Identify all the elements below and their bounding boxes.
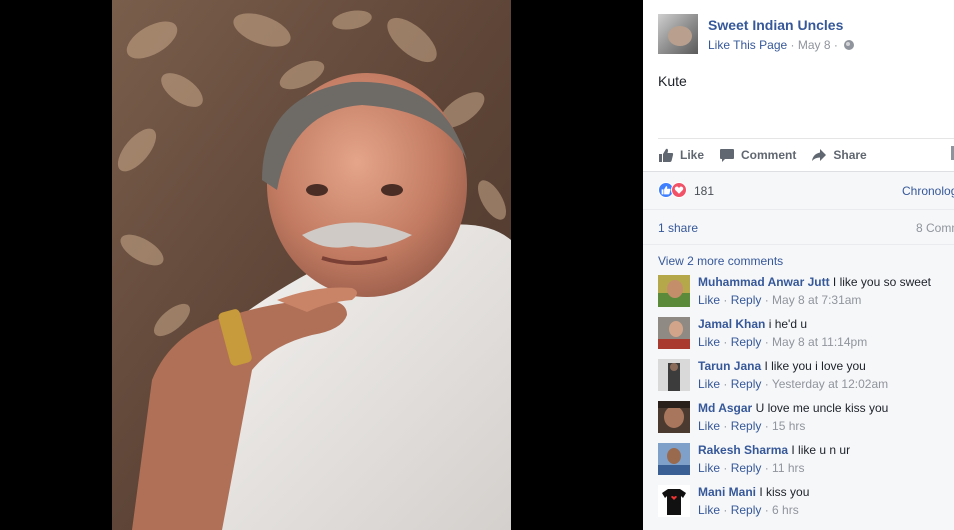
comment-reply-link[interactable]: Reply <box>731 419 762 433</box>
comment-order-select[interactable]: Chronolog <box>902 184 954 198</box>
comment-item: Md Asgar U love me uncle kiss you Like ·… <box>658 401 954 437</box>
actions-dot: · <box>720 377 731 391</box>
comment-like-link[interactable]: Like <box>698 377 720 391</box>
meta-separator: · <box>787 38 798 52</box>
love-reaction-icon <box>671 182 687 198</box>
comment-like-link[interactable]: Like <box>698 293 720 307</box>
comment-reply-link[interactable]: Reply <box>731 377 762 391</box>
comment-label: Comment <box>741 148 797 162</box>
like-label: Like <box>680 148 705 162</box>
comment-reply-link[interactable]: Reply <box>731 293 762 307</box>
comments-count: 8 Comm <box>916 221 954 235</box>
comment-body: I like u n ur <box>788 443 851 457</box>
reactions-row: 181 Chronolog <box>643 171 954 209</box>
comment-actions: Like · Reply · Yesterday at 12:02am <box>698 377 888 391</box>
comment-author[interactable]: Mani Mani <box>698 485 756 499</box>
photo-viewer <box>0 0 643 530</box>
comment-text: Tarun Jana I like you i love you <box>698 359 866 373</box>
action-bar: Like Comment Share <box>658 138 954 171</box>
comment-item: Muhammad Anwar Jutt I like you so sweet … <box>658 275 954 311</box>
comment-actions: Like · Reply · 15 hrs <box>698 419 805 433</box>
like-page-link[interactable]: Like This Page <box>708 38 787 52</box>
comment-time[interactable]: · 15 hrs <box>761 419 806 433</box>
like-button[interactable]: Like <box>658 147 704 163</box>
commenter-avatar[interactable] <box>658 359 690 391</box>
comment-body: U love me uncle kiss you <box>752 401 889 415</box>
share-label: Share <box>833 148 867 162</box>
comments-area: View 2 more comments Muhammad Anwar Jutt… <box>643 244 954 530</box>
comment-like-link[interactable]: Like <box>698 461 720 475</box>
view-more-comments-link[interactable]: View 2 more comments <box>658 254 783 268</box>
actions-dot: · <box>720 335 731 349</box>
commenter-avatar[interactable] <box>658 401 690 433</box>
post-panel: Sweet Indian Uncles Like This Page · May… <box>643 0 954 530</box>
comment-time[interactable]: · 6 hrs <box>761 503 799 517</box>
comment-icon <box>720 149 735 162</box>
comment-time[interactable]: · Yesterday at 12:02am <box>761 377 888 391</box>
comment-author[interactable]: Md Asgar <box>698 401 752 415</box>
comment-text: Rakesh Sharma I like u n ur <box>698 443 850 457</box>
commenter-avatar[interactable] <box>658 443 690 475</box>
page-avatar[interactable] <box>658 14 698 54</box>
post-text: Kute <box>658 73 687 89</box>
comment-body: i he'd u <box>765 317 808 331</box>
comment-reply-link[interactable]: Reply <box>731 503 762 517</box>
comment-time[interactable]: · May 8 at 11:14pm <box>761 335 868 349</box>
comment-text: Jamal Khan i he'd u <box>698 317 807 331</box>
share-button[interactable]: Share <box>811 147 867 163</box>
comment-text: Muhammad Anwar Jutt I like you so sweet <box>698 275 931 289</box>
actions-dot: · <box>720 503 731 517</box>
comment-actions: Like · Reply · May 8 at 11:14pm <box>698 335 867 349</box>
comment-reply-link[interactable]: Reply <box>731 461 762 475</box>
comment-text: Md Asgar U love me uncle kiss you <box>698 401 888 415</box>
actions-dot: · <box>720 461 731 475</box>
comment-button[interactable]: Comment <box>719 147 796 163</box>
comment-author[interactable]: Muhammad Anwar Jutt <box>698 275 830 289</box>
comment-actions: Like · Reply · 6 hrs <box>698 503 799 517</box>
shares-link[interactable]: 1 share <box>658 221 698 235</box>
comment-like-link[interactable]: Like <box>698 419 720 433</box>
comment-like-link[interactable]: Like <box>698 335 720 349</box>
thumbs-up-icon <box>659 148 674 162</box>
comment-body: I like you so sweet <box>829 275 931 289</box>
actions-dot: · <box>720 419 731 433</box>
post-meta: Like This Page · May 8 · <box>708 38 855 52</box>
reaction-icons[interactable] <box>658 182 687 198</box>
comment-author[interactable]: Tarun Jana <box>698 359 761 373</box>
globe-icon <box>844 40 855 50</box>
commenter-avatar[interactable] <box>658 275 690 307</box>
reaction-count[interactable]: 181 <box>694 184 714 198</box>
comment-item: Jamal Khan i he'd u Like · Reply · May 8… <box>658 317 954 353</box>
actions-dot: · <box>720 293 731 307</box>
comment-actions: Like · Reply · 11 hrs <box>698 461 805 475</box>
comment-text: Mani Mani I kiss you <box>698 485 809 499</box>
shares-row: 1 share 8 Comm <box>643 209 954 244</box>
post-photo[interactable] <box>112 0 511 530</box>
comment-reply-link[interactable]: Reply <box>731 335 762 349</box>
share-icon <box>812 149 827 161</box>
comment-body: I kiss you <box>756 485 810 499</box>
comment-body: I like you i love you <box>761 359 866 373</box>
commenter-avatar[interactable] <box>658 317 690 349</box>
post-date[interactable]: May 8 <box>798 38 831 52</box>
comment-author[interactable]: Rakesh Sharma <box>698 443 788 457</box>
photo-illustration <box>112 0 511 530</box>
commenter-avatar[interactable] <box>658 485 690 517</box>
comment-time[interactable]: · 11 hrs <box>761 461 805 475</box>
page-name-link[interactable]: Sweet Indian Uncles <box>708 17 843 33</box>
comment-time[interactable]: · May 8 at 7:31am <box>761 293 862 307</box>
post-header: Sweet Indian Uncles Like This Page · May… <box>658 14 954 54</box>
comment-item: Tarun Jana I like you i love you Like · … <box>658 359 954 395</box>
meta-separator-2: · <box>830 38 842 52</box>
comment-item: Rakesh Sharma I like u n ur Like · Reply… <box>658 443 954 479</box>
comment-like-link[interactable]: Like <box>698 503 720 517</box>
comment-actions: Like · Reply · May 8 at 7:31am <box>698 293 861 307</box>
comment-author[interactable]: Jamal Khan <box>698 317 765 331</box>
comment-item: Mani Mani I kiss you Like · Reply · 6 hr… <box>658 485 954 521</box>
